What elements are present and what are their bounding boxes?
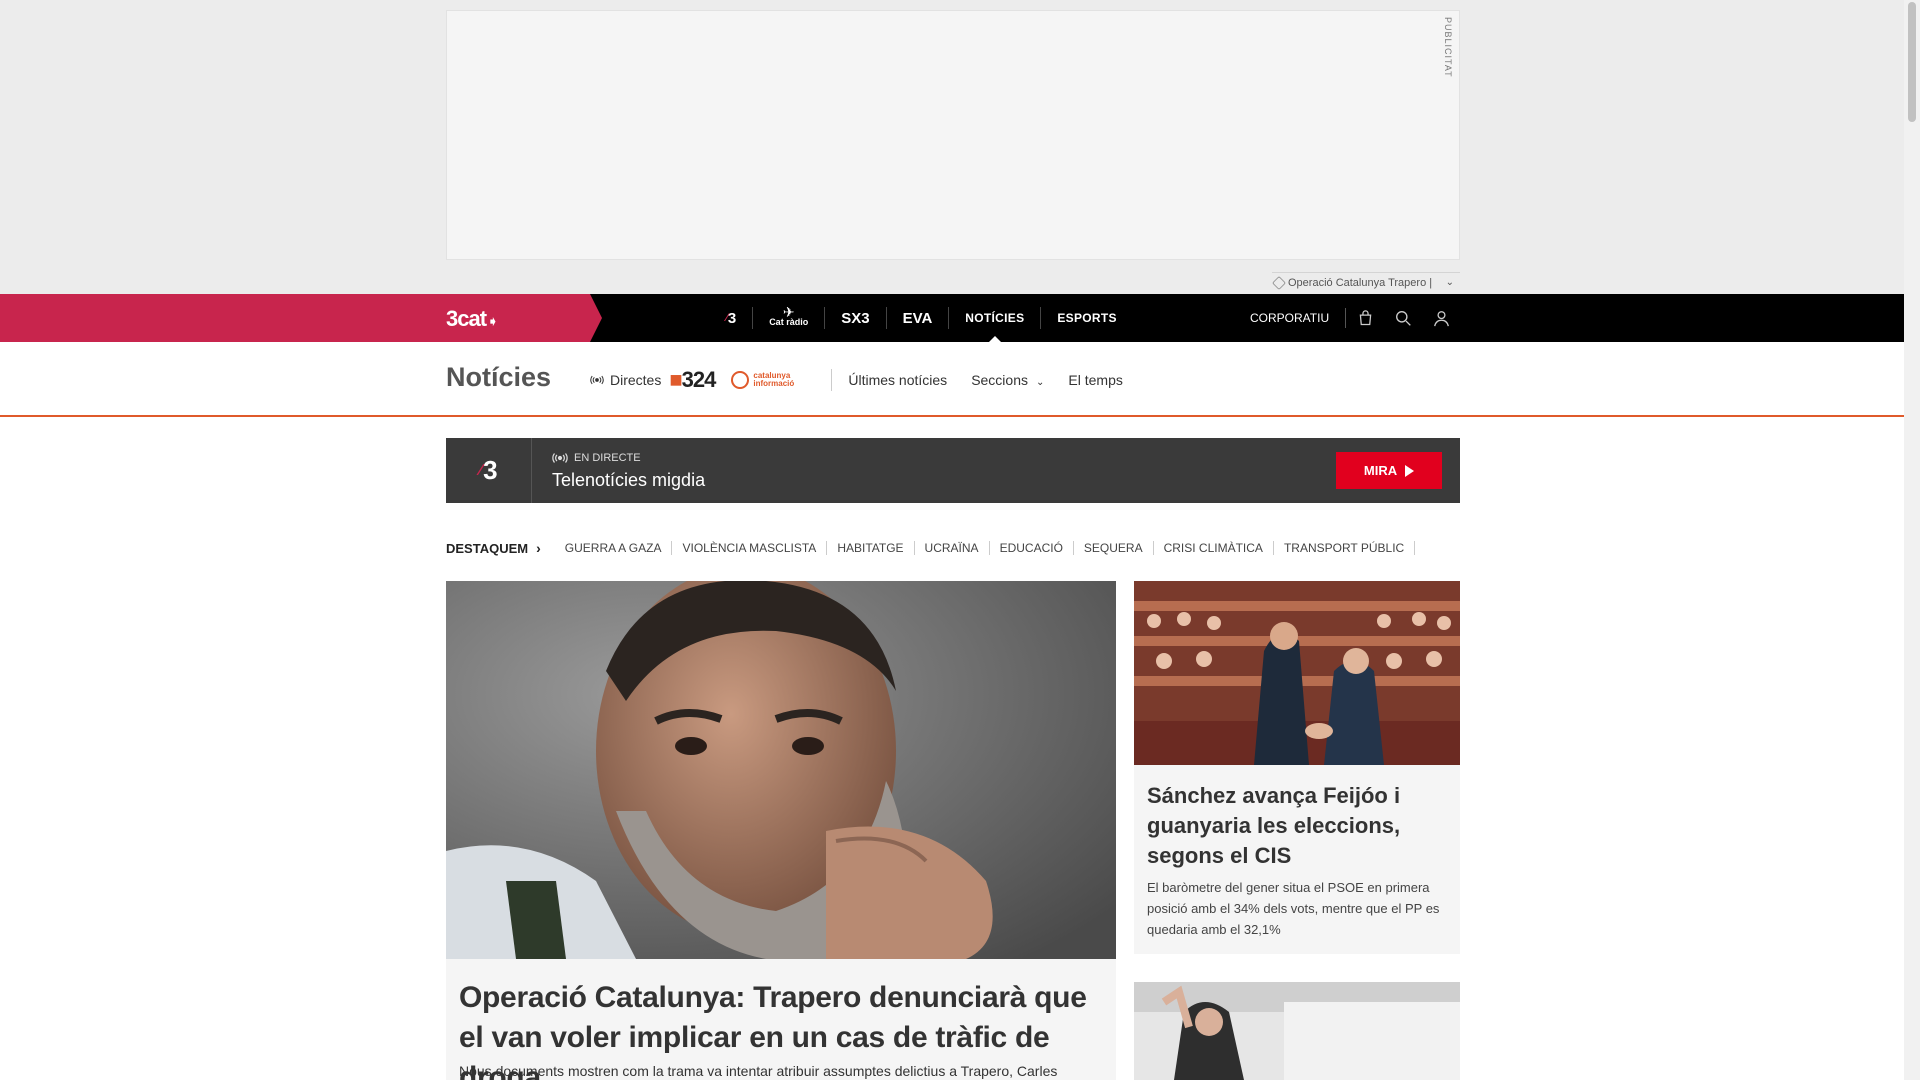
brand-block [0, 294, 602, 342]
live-tag: EN DIRECTE [552, 452, 641, 464]
directes-link[interactable]: Directes [590, 372, 661, 388]
side-article-lead: El baròmetre del gener situa el PSOE en … [1147, 880, 1440, 937]
channel-catradio[interactable]: ✈ Cat ràdio [753, 305, 826, 329]
second-side-article-photo[interactable] [1134, 982, 1460, 1080]
highlights-bar: DESTAQUEM › GUERRA A GAZA VIOLÈNCIA MASCL… [446, 538, 1416, 558]
live-program-title: Telenotícies migdia [552, 470, 706, 490]
3cat-logo[interactable]: 3cat➧ [446, 306, 499, 332]
scrollbar-thumb[interactable] [1908, 2, 1916, 122]
highlight-educacio[interactable]: EDUCACIÓ [990, 541, 1074, 555]
main-article-photo[interactable] [446, 581, 1116, 959]
channel-sx3[interactable]: SX3 [825, 307, 887, 329]
chevron-down-icon: ⌄ [1036, 376, 1045, 388]
highlight-habitatge[interactable]: HABITATGE [827, 541, 915, 555]
scrollbar[interactable] [1904, 0, 1920, 1080]
channel-esports[interactable]: ESPORTS [1041, 307, 1132, 329]
chevron-right-icon: › [536, 540, 541, 556]
watch-live-button[interactable]: MIRA [1336, 452, 1442, 489]
user-icon[interactable] [1422, 294, 1460, 342]
tag-icon [1271, 275, 1287, 290]
ultimes-noticies-link[interactable]: Últimes notícies [848, 372, 947, 388]
channel-tv3[interactable]: ∕ 3 [710, 307, 754, 329]
side-article-photo[interactable] [1134, 581, 1460, 765]
side-article-text[interactable]: Sánchez avança Feijóo i guanyaria les el… [1134, 765, 1460, 954]
highlight-sequera[interactable]: SEQUERA [1074, 541, 1154, 555]
shopping-bag-icon[interactable] [1346, 294, 1384, 342]
ad-sponsor-text: Operació Catalunya Trapero | [1288, 276, 1433, 289]
tv3-logo: ∕ 3 [446, 438, 532, 503]
highlight-ucraina[interactable]: UCRAÏNA [915, 541, 990, 555]
channel-eva[interactable]: EVA [887, 307, 950, 329]
portrait-image [446, 581, 1116, 959]
main-article-text[interactable]: Operació Catalunya: Trapero denunciarà q… [446, 959, 1116, 1080]
main-article-lead: Nous documents mostren com la trama va i… [459, 1063, 1058, 1079]
destaquem-link[interactable]: DESTAQUEM › [446, 540, 541, 556]
ad-band: PUBLICITAT Operació Catalunya Trapero | … [0, 0, 1904, 294]
top-navigation: 3cat➧ ∕ 3 ✈ Cat ràdio SX3 EVA NOTÍCIES ESP… [0, 294, 1904, 342]
page-title: Notícies [446, 362, 552, 392]
live-banner[interactable]: ∕ 3 EN DIRECTE Telenotícies migdia MIRA [446, 438, 1460, 503]
section-header: Notícies Directes ■324 catalunya informa… [0, 342, 1904, 417]
ad-slot[interactable]: PUBLICITAT [446, 10, 1460, 260]
broadcast-icon [590, 375, 604, 384]
catalunya-informacio-logo[interactable]: catalunya informació [731, 368, 833, 391]
highlight-crisi-climatica[interactable]: CRISI CLIMÀTICA [1154, 541, 1274, 555]
ad-sponsor-bar[interactable]: Operació Catalunya Trapero | ⌄ [1271, 272, 1460, 292]
parliament-image [1134, 581, 1460, 765]
broadcast-icon [552, 453, 568, 463]
page: PUBLICITAT Operació Catalunya Trapero | … [0, 0, 1920, 1080]
side-article-title[interactable]: Sánchez avança Feijóo i guanyaria les el… [1147, 781, 1447, 871]
corporatiu-link[interactable]: CORPORATIU [1250, 308, 1347, 328]
section-navigation: Directes ■324 catalunya informació Últim… [590, 342, 1147, 417]
play-icon [1405, 464, 1415, 477]
highlight-guerra-gaza[interactable]: GUERRA A GAZA [555, 541, 673, 555]
highlight-violencia-masclista[interactable]: VIOLÈNCIA MASCLISTA [672, 541, 828, 555]
ad-label: PUBLICITAT [1443, 17, 1453, 78]
highlight-transport-public[interactable]: TRANSPORT PÚBLIC [1274, 541, 1416, 555]
speaker-image [1134, 982, 1460, 1080]
search-icon[interactable] [1384, 294, 1422, 342]
channel-list: ∕ 3 ✈ Cat ràdio SX3 EVA NOTÍCIES ESPORTS [710, 294, 1133, 342]
chevron-down-icon[interactable]: ⌄ [1446, 277, 1460, 288]
channel-noticies[interactable]: NOTÍCIES [949, 307, 1042, 342]
el-temps-link[interactable]: El temps [1068, 372, 1122, 388]
seccions-dropdown[interactable]: Seccions ⌄ [971, 372, 1044, 388]
324-logo[interactable]: ■324 [669, 367, 716, 393]
right-navigation: CORPORATIU [1250, 294, 1460, 342]
